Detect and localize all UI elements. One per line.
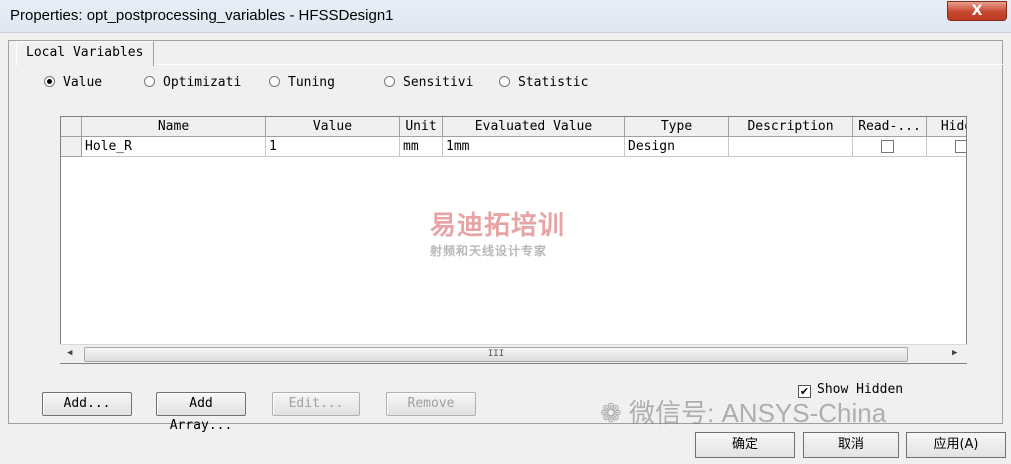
add-array-button[interactable]: Add Array... <box>156 392 246 433</box>
radio-label: Sensitivi <box>403 75 474 90</box>
cell-type[interactable]: Design <box>625 137 729 157</box>
cell-description[interactable] <box>729 137 853 157</box>
edit-button[interactable]: Edit... <box>272 392 360 416</box>
radio-statistics[interactable]: Statistic <box>499 75 588 91</box>
column-header-evaluated-value[interactable]: Evaluated Value <box>443 117 625 137</box>
radio-value[interactable]: Value <box>44 75 102 91</box>
row-header[interactable] <box>61 137 82 157</box>
radio-dot <box>499 76 510 87</box>
radio-dot-selected <box>44 76 55 87</box>
watermark-wechat: ❁ 微信号: ANSYS-China <box>600 393 886 430</box>
ok-button[interactable]: 确定 <box>695 432 795 458</box>
horizontal-scrollbar[interactable]: ◀ III ▶ <box>60 344 967 363</box>
hidden-checkbox[interactable] <box>955 140 966 153</box>
scroll-left-icon[interactable]: ◀ <box>67 348 72 358</box>
cell-name[interactable]: Hole_R <box>82 137 266 157</box>
title-bar: Properties: opt_postprocessing_variables… <box>0 0 1011 33</box>
window-title: Properties: opt_postprocessing_variables… <box>10 7 394 24</box>
radio-label: Value <box>63 75 103 90</box>
column-header-value[interactable]: Value <box>266 117 400 137</box>
column-header-description[interactable]: Description <box>729 117 853 137</box>
apply-button[interactable]: 应用(A) <box>906 432 1006 458</box>
tab-local-variables[interactable]: Local Variables <box>16 41 154 66</box>
cell-evaluated-value: 1mm <box>443 137 625 157</box>
cell-value[interactable]: 1 <box>266 137 400 157</box>
radio-sensitivity[interactable]: Sensitivi <box>384 75 473 91</box>
tab-divider <box>18 64 1003 65</box>
scroll-thumb[interactable]: III <box>84 347 908 362</box>
radio-tuning[interactable]: Tuning <box>269 75 335 91</box>
radio-dot <box>269 76 280 87</box>
watermark-brand: 易迪拓培训 <box>430 211 566 241</box>
cell-hidden <box>927 137 966 157</box>
column-header-name[interactable]: Name <box>82 117 266 137</box>
column-header-hidden[interactable]: Hidd <box>927 117 966 137</box>
radio-label: Statistic <box>518 75 589 90</box>
row-header-corner <box>61 117 82 137</box>
close-button[interactable]: X <box>947 1 1007 21</box>
wechat-text: 微信号: ANSYS-China <box>629 398 887 428</box>
column-header-type[interactable]: Type <box>625 117 729 137</box>
wechat-icon: ❁ <box>600 398 630 428</box>
radio-dot <box>384 76 395 87</box>
cell-unit[interactable]: mm <box>400 137 443 157</box>
radio-label: Tuning <box>288 75 335 90</box>
radio-dot <box>144 76 155 87</box>
column-header-read-only[interactable]: Read-... <box>853 117 927 137</box>
radio-label: Optimizati <box>163 75 242 90</box>
column-header-unit[interactable]: Unit <box>400 117 443 137</box>
cancel-button[interactable]: 取消 <box>803 432 899 458</box>
remove-button[interactable]: Remove <box>386 392 476 416</box>
watermark-tagline: 射频和天线设计专家 <box>430 244 548 258</box>
add-button[interactable]: Add... <box>42 392 132 416</box>
read-only-checkbox[interactable] <box>881 140 894 153</box>
radio-optimization[interactable]: Optimizati <box>144 75 241 91</box>
scroll-right-icon[interactable]: ▶ <box>952 348 957 358</box>
cell-read-only <box>853 137 927 157</box>
